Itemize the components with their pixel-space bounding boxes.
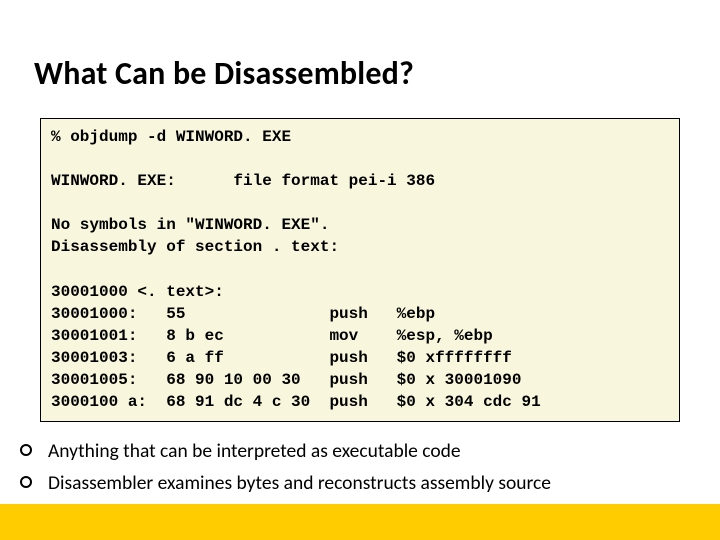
footer-bar bbox=[0, 504, 720, 540]
circle-bullet-icon bbox=[20, 444, 32, 456]
slide-title: What Can be Disassembled? bbox=[34, 54, 414, 93]
code-block: % objdump -d WINWORD. EXE WINWORD. EXE: … bbox=[40, 118, 680, 422]
circle-bullet-icon bbox=[20, 476, 32, 488]
bullet-text: Anything that can be interpreted as exec… bbox=[48, 438, 461, 464]
bullet-text: Disassembler examines bytes and reconstr… bbox=[48, 470, 551, 496]
list-item: Disassembler examines bytes and reconstr… bbox=[20, 470, 690, 496]
bullet-list: Anything that can be interpreted as exec… bbox=[20, 438, 690, 503]
list-item: Anything that can be interpreted as exec… bbox=[20, 438, 690, 464]
